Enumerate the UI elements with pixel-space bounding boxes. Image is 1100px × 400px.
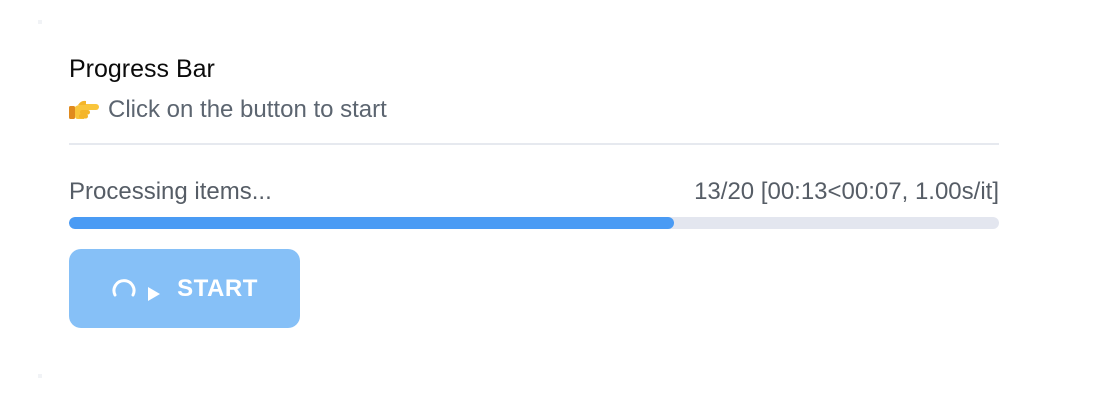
progress-stats: 13/20 [00:13<00:07, 1.00s/it] <box>694 178 999 205</box>
card-corner <box>38 20 42 24</box>
divider <box>69 143 999 145</box>
pointing-right-hand-icon <box>69 97 100 123</box>
play-icon <box>147 281 161 301</box>
subtitle-text: Click on the button to start <box>108 96 387 123</box>
panel-content: Progress Bar Click on the button to star… <box>69 48 999 328</box>
progress-bar-fill <box>69 217 674 229</box>
progress-bar <box>69 217 999 229</box>
start-button-label: START <box>177 274 258 302</box>
progress-status-row: Processing items... 13/20 [00:13<00:07, … <box>69 175 999 209</box>
spinner-icon <box>111 276 137 302</box>
panel-subtitle: Click on the button to start <box>69 90 999 130</box>
panel-title: Progress Bar <box>69 55 215 83</box>
start-button[interactable]: START <box>69 249 300 328</box>
progress-label: Processing items... <box>69 178 272 205</box>
card-corner <box>38 374 42 378</box>
